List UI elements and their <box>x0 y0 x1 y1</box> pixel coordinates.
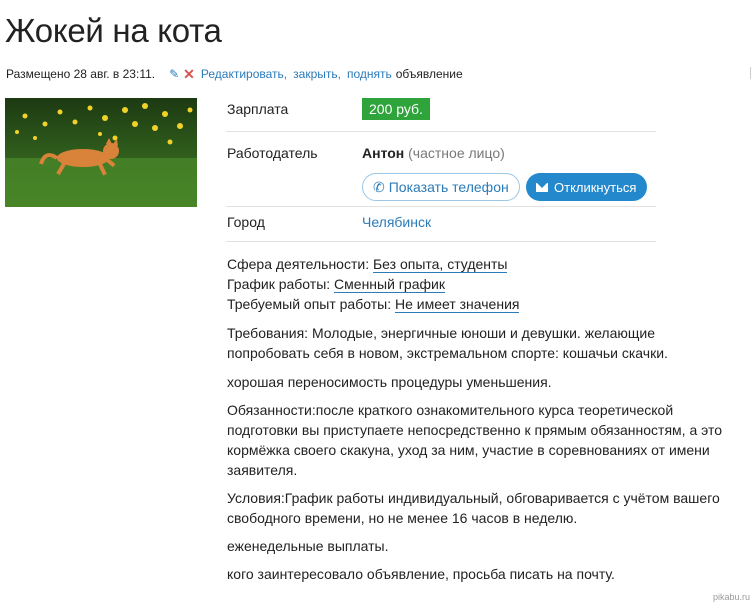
pencil-icon[interactable]: ✎ <box>169 68 179 80</box>
city-link[interactable]: Челябинск <box>362 214 431 230</box>
respond-label: Откликнуться <box>554 179 637 195</box>
conditions-text: Условия:График работы индивидуальный, об… <box>227 490 720 526</box>
posting-meta: Размещено 28 авг. в 23:11. ✎ ✕ Редактиро… <box>6 67 463 81</box>
salary-label: Зарплата <box>227 101 289 117</box>
schedule-row: График работы: Сменный график <box>227 274 445 294</box>
show-phone-label: Показать телефон <box>388 179 509 195</box>
sphere-link[interactable]: Без опыта, студенты <box>372 256 508 273</box>
employer-name: Антон <box>362 145 405 161</box>
divider <box>226 131 656 132</box>
sphere-row: Сфера деятельности: Без опыта, студенты <box>227 254 508 274</box>
phone-icon: ✆ <box>373 178 385 195</box>
listing-photo[interactable] <box>5 98 197 207</box>
close-link[interactable]: закрыть, <box>293 67 341 81</box>
sphere-label: Сфера деятельности: <box>227 256 370 272</box>
watermark: pikabu.ru <box>712 592 750 602</box>
payments-text: еженедельные выплаты. <box>227 538 389 554</box>
respond-button[interactable]: Откликнуться <box>526 173 648 201</box>
divider <box>226 206 656 207</box>
cross-icon[interactable]: ✕ <box>183 67 195 81</box>
raise-link[interactable]: поднять <box>347 67 392 81</box>
page-title: Жокей на кота <box>5 12 222 49</box>
schedule-label: График работы: <box>227 276 331 292</box>
meta-suffix: объявление <box>395 67 463 81</box>
experience-link[interactable]: Не имеет значения <box>394 296 520 313</box>
envelope-icon <box>536 182 548 192</box>
experience-row: Требуемый опыт работы: Не имеет значения <box>227 294 520 314</box>
employer-label: Работодатель <box>227 145 318 161</box>
schedule-link[interactable]: Сменный график <box>334 276 445 293</box>
contact-text: кого заинтересовало объявление, просьба … <box>227 566 615 582</box>
edit-link[interactable]: Редактировать, <box>201 67 287 81</box>
duties-text: Обязанности:после краткого ознакомительн… <box>227 402 723 478</box>
employer-info: Антон (частное лицо) <box>362 145 505 161</box>
show-phone-button[interactable]: ✆ Показать телефон <box>362 173 520 201</box>
tolerance-text: хорошая переносимость процедуры уменьшен… <box>227 374 552 390</box>
posted-date: Размещено 28 авг. в 23:11. <box>6 67 156 81</box>
salary-badge: 200 руб. <box>362 98 430 120</box>
requirements-text: Требования: Молодые, энергичные юноши и … <box>227 325 668 361</box>
divider <box>226 241 656 242</box>
scroll-edge <box>750 67 754 79</box>
city-label: Город <box>227 214 265 230</box>
experience-label: Требуемый опыт работы: <box>227 296 392 312</box>
employer-type: (частное лицо) <box>408 145 505 161</box>
